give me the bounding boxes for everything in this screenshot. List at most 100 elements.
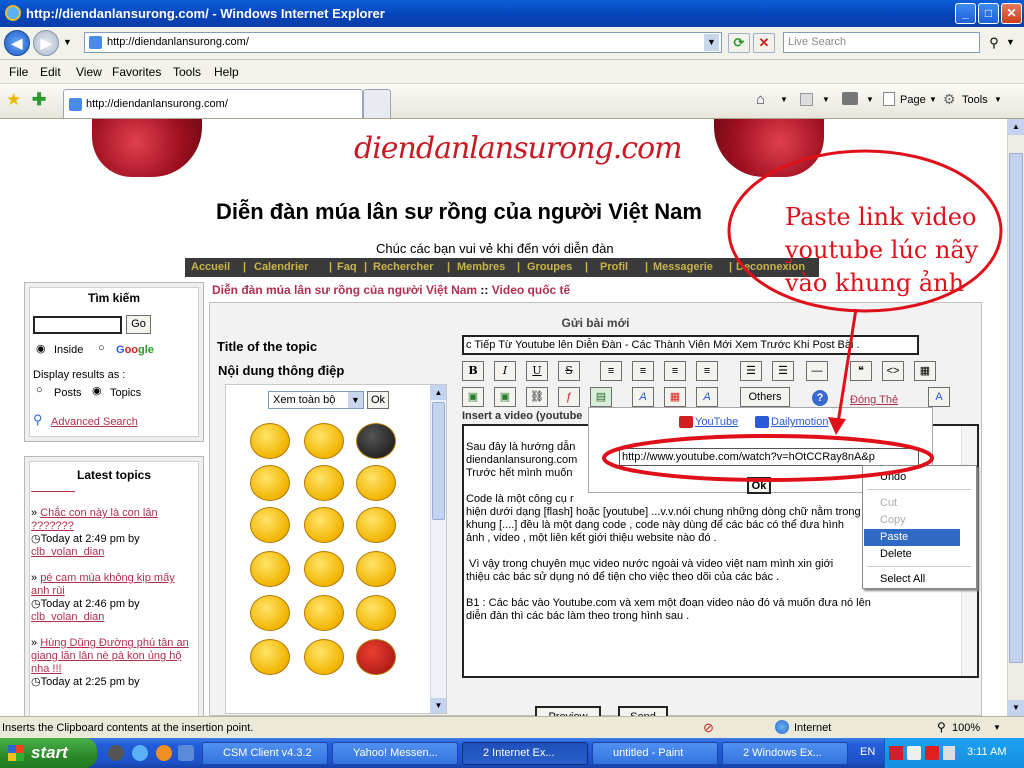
nav-membres[interactable]: Membres	[457, 261, 505, 273]
preview-button[interactable]: Preview	[535, 706, 601, 716]
tools-dropdown-icon[interactable]: ▼	[994, 95, 1002, 104]
tab-current[interactable]: http://diendanlansurong.com/	[63, 89, 363, 118]
italic-button[interactable]: I	[494, 361, 516, 381]
taskbar-item-explorer[interactable]: 2 Windows Ex...	[722, 742, 848, 765]
dong-the-link[interactable]: Đóng Thẻ	[850, 394, 898, 406]
video-ok-button[interactable]: Ok	[747, 477, 771, 494]
back-button[interactable]: ◀	[4, 30, 30, 56]
add-favorite-icon[interactable]: ✚	[32, 90, 46, 110]
tray-icon[interactable]	[925, 746, 939, 760]
zoom-icon[interactable]: ⚲	[937, 720, 946, 734]
smiley-icon[interactable]	[304, 507, 344, 543]
search-input[interactable]: Live Search	[788, 36, 846, 48]
quicklaunch-desktop-icon[interactable]	[178, 745, 194, 761]
posts-radio[interactable]: ○	[36, 384, 43, 396]
forward-button[interactable]: ▶	[33, 30, 59, 56]
history-dropdown-icon[interactable]: ▼	[63, 37, 72, 47]
home-icon[interactable]: ⌂	[756, 91, 765, 108]
scroll-up-icon[interactable]: ▲	[1008, 119, 1024, 135]
bullet-list-button[interactable]: ☰	[740, 361, 762, 381]
address-input[interactable]: http://diendanlansurong.com/	[107, 36, 249, 48]
video-url-input[interactable]: http://www.youtube.com/watch?v=hOtCCRay8…	[619, 448, 919, 466]
link-button[interactable]: ⛓	[526, 387, 548, 407]
page-scrollbar[interactable]: ▲ ▼	[1007, 119, 1024, 716]
smiley-icon[interactable]	[250, 465, 290, 501]
flash-button[interactable]: ƒ	[558, 387, 580, 407]
align-left-button[interactable]: ≡	[600, 361, 622, 381]
color-button[interactable]: ▦	[664, 387, 686, 407]
font-size-button[interactable]: A	[632, 387, 654, 407]
advanced-search-link[interactable]: Advanced Search	[51, 416, 138, 428]
menu-tools[interactable]: Tools	[173, 65, 201, 79]
help-icon[interactable]: ?	[812, 390, 828, 406]
context-undo[interactable]: Undo	[864, 469, 960, 486]
latest-topic-link[interactable]: Hùng Dũng Đường phú tân an giang lăn lân…	[31, 637, 189, 675]
dailymotion-link[interactable]: Dailymotion	[771, 416, 828, 428]
print-dropdown-icon[interactable]: ▼	[866, 95, 874, 104]
language-indicator[interactable]: EN	[860, 746, 875, 758]
taskbar-item-paint[interactable]: untitled - Paint	[592, 742, 718, 765]
print-icon[interactable]	[842, 92, 858, 105]
smiley-icon[interactable]	[304, 423, 344, 459]
scroll-thumb[interactable]	[432, 402, 445, 520]
menu-help[interactable]: Help	[214, 65, 239, 79]
strike-button[interactable]: S	[558, 361, 580, 381]
smiley-icon[interactable]	[304, 465, 344, 501]
code-button[interactable]: <>	[882, 361, 904, 381]
picture-button[interactable]: ▣	[494, 387, 516, 407]
page-dropdown-icon[interactable]: ▼	[929, 95, 937, 104]
numbered-list-button[interactable]: ☰	[772, 361, 794, 381]
justify-button[interactable]: ≡	[696, 361, 718, 381]
smiley-icon[interactable]	[304, 595, 344, 631]
context-delete[interactable]: Delete	[864, 546, 960, 563]
address-field[interactable]: http://diendanlansurong.com/ ▼	[84, 32, 722, 53]
latest-author-link[interactable]: clb_volan_dian	[31, 546, 104, 558]
context-copy[interactable]: Copy	[864, 512, 960, 529]
align-center-button[interactable]: ≡	[632, 361, 654, 381]
stop-icon[interactable]: ✕	[753, 33, 775, 53]
smiley-icon[interactable]	[250, 507, 290, 543]
hr-button[interactable]: —	[806, 361, 828, 381]
font-button[interactable]: A	[696, 387, 718, 407]
smiley-icon[interactable]	[356, 639, 396, 675]
bold-button[interactable]: B	[462, 361, 484, 381]
quote-button[interactable]: ❝	[850, 361, 872, 381]
latest-topic-link[interactable]: Chắc con này là con lân ???????	[31, 507, 158, 532]
feeds-icon[interactable]	[800, 93, 813, 106]
send-button[interactable]: Send	[618, 706, 668, 716]
align-right-button[interactable]: ≡	[664, 361, 686, 381]
feeds-dropdown-icon[interactable]: ▼	[822, 95, 830, 104]
smiley-icon[interactable]	[250, 551, 290, 587]
maximize-button[interactable]: □	[978, 3, 999, 24]
context-paste[interactable]: Paste	[864, 529, 960, 546]
smiley-icon[interactable]	[304, 551, 344, 587]
smiley-select[interactable]: Xem toàn bộ ▼	[268, 391, 364, 409]
smiley-icon[interactable]	[356, 423, 396, 459]
scroll-thumb[interactable]	[1009, 153, 1023, 663]
smiley-icon[interactable]	[356, 465, 396, 501]
tools-gear-icon[interactable]: ⚙	[943, 91, 956, 108]
home-dropdown-icon[interactable]: ▼	[780, 95, 788, 104]
menu-file[interactable]: File	[9, 65, 28, 79]
nav-rechercher[interactable]: Rechercher	[373, 261, 434, 273]
taskbar-item-ie[interactable]: 2 Internet Ex...	[462, 742, 588, 765]
google-radio[interactable]: ○	[98, 342, 105, 354]
image-button[interactable]: ▣	[462, 387, 484, 407]
menu-edit[interactable]: Edit	[40, 65, 61, 79]
scroll-up-icon[interactable]: ▲	[431, 385, 446, 400]
underline-button[interactable]: U	[526, 361, 548, 381]
close-button[interactable]: ✕	[1001, 3, 1022, 24]
menu-favorites[interactable]: Favorites	[112, 65, 161, 79]
quicklaunch-media-icon[interactable]	[156, 745, 172, 761]
nav-messagerie[interactable]: Messagerie	[653, 261, 713, 273]
topic-title-input[interactable]: c Tiếp Từ Youtube lên Diễn Đàn - Các Thà…	[462, 335, 919, 355]
latest-topic-link[interactable]: pé cam múa không kịp mấy anh rùi	[31, 572, 175, 597]
smiley-icon[interactable]	[250, 595, 290, 631]
nav-profil[interactable]: Profil	[600, 261, 628, 273]
smiley-icon[interactable]	[250, 639, 290, 675]
taskbar-item-yahoo[interactable]: Yahoo! Messen...	[332, 742, 458, 765]
volume-icon[interactable]	[943, 746, 955, 760]
zoom-level[interactable]: 100%	[952, 722, 980, 734]
breadcrumb-home[interactable]: Diễn đàn múa lân sư rồng của người Việt …	[212, 283, 477, 297]
quicklaunch-ie-icon[interactable]	[132, 745, 148, 761]
